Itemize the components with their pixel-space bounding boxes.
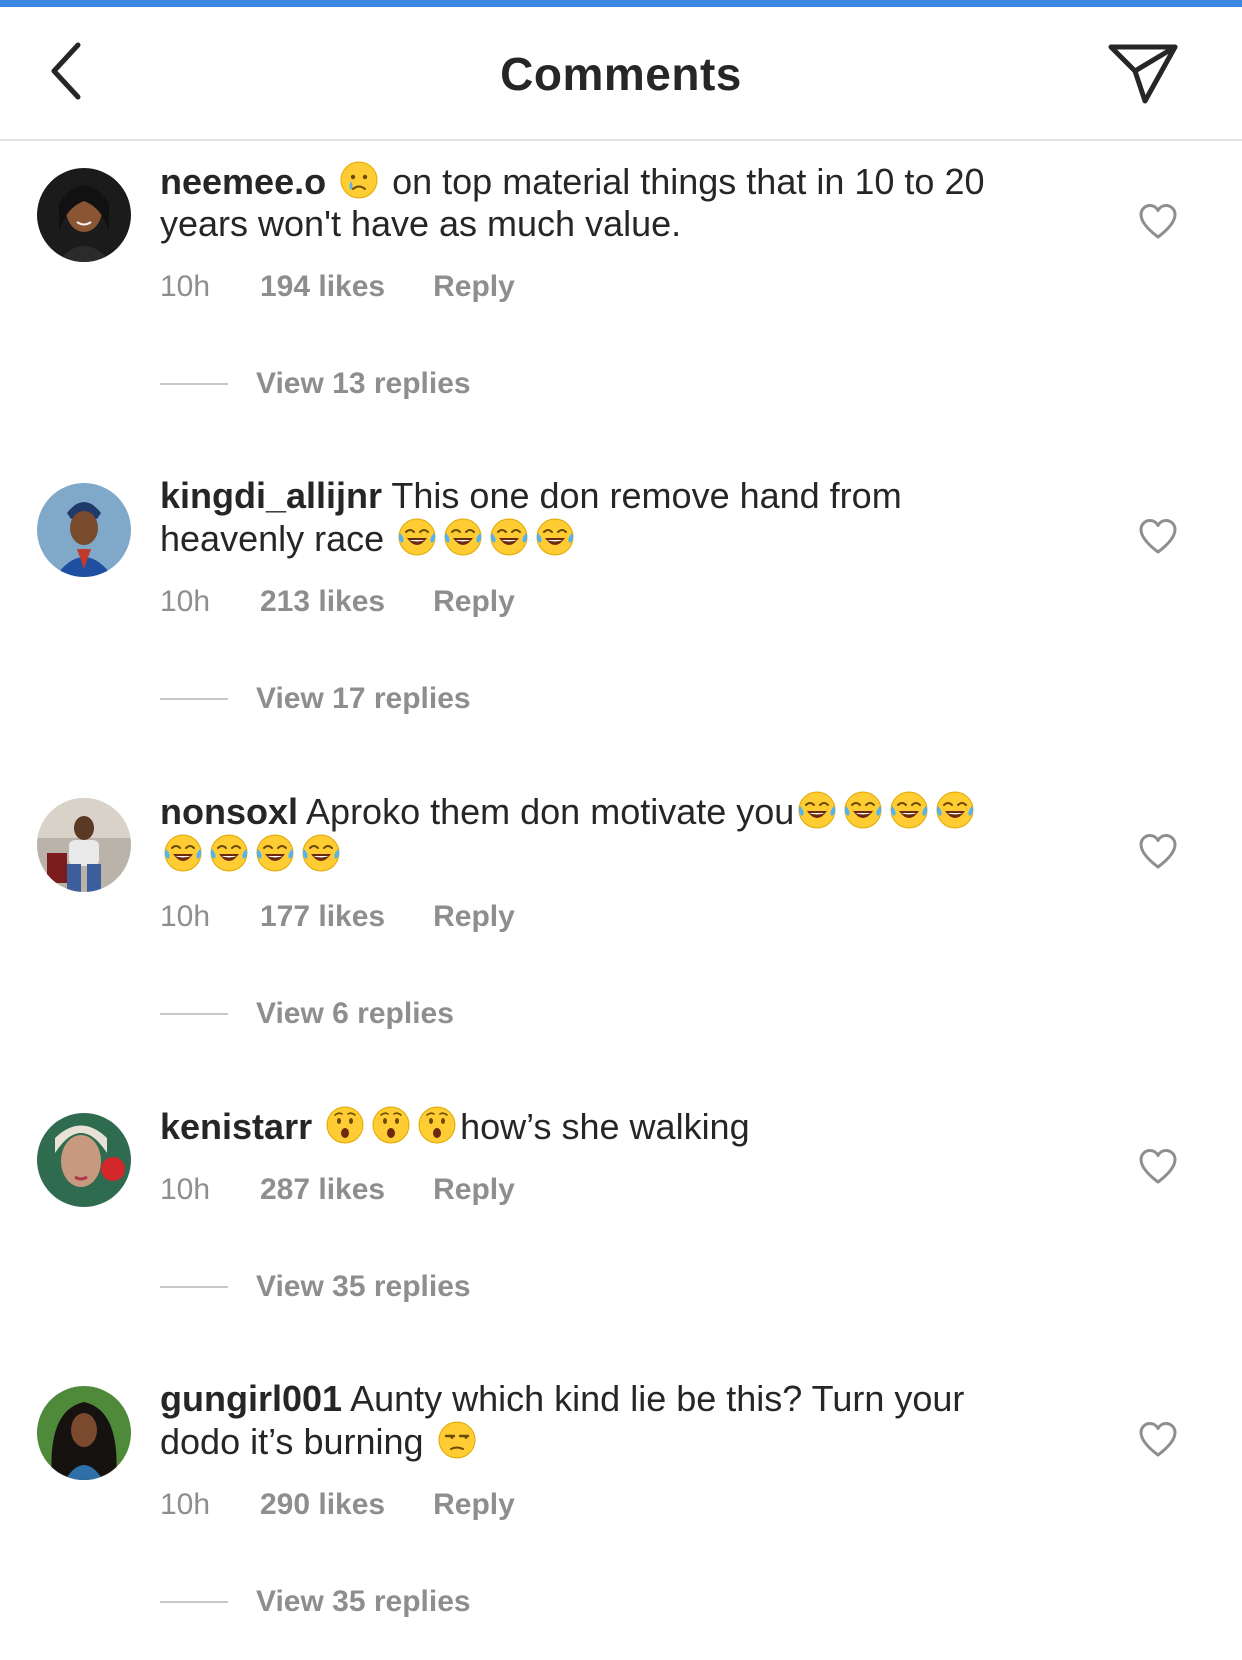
likes-count[interactable]: 213 likes [260, 582, 385, 622]
share-button[interactable] [1105, 37, 1185, 117]
view-replies-label: View 35 replies [256, 1585, 471, 1618]
reply-button[interactable]: Reply [433, 582, 515, 622]
tears-of-joy-icon [797, 790, 837, 830]
comment-meta: 10h 287 likes Reply [160, 1170, 515, 1210]
tears-of-joy-icon [535, 517, 575, 557]
comment-username[interactable]: gungirl001 [160, 1378, 342, 1419]
comment-username[interactable]: neemee.o [160, 161, 326, 202]
header: Comments [0, 7, 1242, 141]
comment-username[interactable]: kingdi_allijnr [160, 475, 382, 516]
reply-button[interactable]: Reply [433, 1170, 515, 1210]
tears-of-joy-icon [489, 517, 529, 557]
likes-count[interactable]: 287 likes [260, 1170, 385, 1210]
heart-icon[interactable] [1138, 1420, 1178, 1460]
replies-divider [160, 383, 228, 385]
comment-body: nonsoxl Aproko them don motivate you [160, 790, 1060, 876]
replies-divider [160, 1013, 228, 1015]
view-replies-label: View 35 replies [256, 1270, 471, 1303]
avatar[interactable] [37, 483, 131, 577]
paper-plane-icon [1108, 44, 1178, 104]
avatar[interactable] [37, 1386, 131, 1480]
tears-of-joy-icon [443, 517, 483, 557]
avatar[interactable] [37, 798, 131, 892]
tears-of-joy-icon [163, 833, 203, 873]
comment-time: 10h [160, 1488, 211, 1521]
comment-text-line: This one don remove hand from [391, 475, 902, 516]
comment-time: 10h [160, 900, 211, 933]
avatar[interactable] [37, 1113, 131, 1207]
comment-username[interactable]: kenistarr [160, 1106, 312, 1147]
view-replies-label: View 13 replies [256, 367, 471, 400]
surprised-face-icon [417, 1105, 457, 1145]
comment-meta: 10h 290 likes Reply [160, 1485, 515, 1525]
surprised-face-icon [371, 1105, 411, 1145]
comment-meta: 10h 194 likes Reply [160, 267, 515, 307]
heart-icon[interactable] [1138, 832, 1178, 872]
comment-time: 10h [160, 585, 211, 618]
reply-button[interactable]: Reply [433, 1485, 515, 1525]
replies-divider [160, 698, 228, 700]
comment-meta: 10h 177 likes Reply [160, 897, 515, 937]
tears-of-joy-icon [889, 790, 929, 830]
crying-face-icon [339, 160, 379, 200]
comment-body: kenistarr how’s she walking [160, 1105, 1060, 1148]
replies-divider [160, 1286, 228, 1288]
unamused-face-icon [437, 1420, 477, 1460]
comment-meta: 10h 213 likes Reply [160, 582, 515, 622]
page-title: Comments [500, 48, 742, 100]
tears-of-joy-icon [301, 833, 341, 873]
status-accent-bar [0, 0, 1242, 7]
tears-of-joy-icon [209, 833, 249, 873]
comment-text-line: Aproko them don motivate you [306, 791, 795, 832]
comment-text-line: Aunty which kind lie be this? Turn your [350, 1378, 965, 1419]
comment-text-line: years won't have as much value. [160, 203, 682, 244]
likes-count[interactable]: 177 likes [260, 897, 385, 937]
avatar[interactable] [37, 168, 131, 262]
reply-button[interactable]: Reply [433, 897, 515, 937]
comment-time: 10h [160, 270, 211, 303]
view-replies-label: View 6 replies [256, 997, 454, 1030]
tears-of-joy-icon [935, 790, 975, 830]
comment-time: 10h [160, 1173, 211, 1206]
comment-text-line: heavenly race [160, 518, 385, 559]
heart-icon[interactable] [1138, 202, 1178, 242]
view-replies-label: View 17 replies [256, 682, 471, 715]
comment-text-line: on top material things that in 10 to 20 [392, 161, 985, 202]
tears-of-joy-icon [255, 833, 295, 873]
comment-text-line: dodo it’s burning [160, 1421, 424, 1462]
surprised-face-icon [325, 1105, 365, 1145]
tears-of-joy-icon [843, 790, 883, 830]
comment-username[interactable]: nonsoxl [160, 791, 298, 832]
comment-body: neemee.o on top material things that in … [160, 160, 1060, 245]
reply-button[interactable]: Reply [433, 267, 515, 307]
comment-body: kingdi_allijnr This one don remove hand … [160, 475, 1060, 560]
likes-count[interactable]: 290 likes [260, 1485, 385, 1525]
heart-icon[interactable] [1138, 517, 1178, 557]
comment-body: gungirl001 Aunty which kind lie be this?… [160, 1378, 1060, 1463]
replies-divider [160, 1601, 228, 1603]
tears-of-joy-icon [397, 517, 437, 557]
heart-icon[interactable] [1138, 1147, 1178, 1187]
comment-text-line: how’s she walking [460, 1106, 750, 1147]
likes-count[interactable]: 194 likes [260, 267, 385, 307]
